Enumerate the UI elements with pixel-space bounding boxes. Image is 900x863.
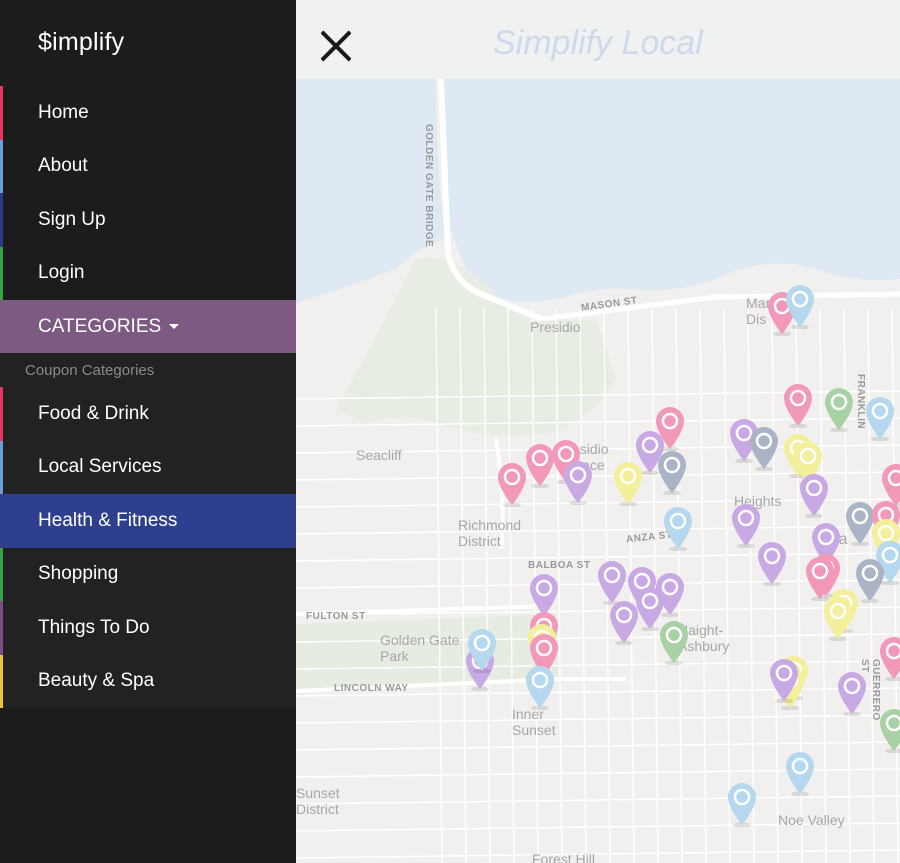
- map-water-bay: [296, 79, 900, 304]
- categories-dropdown-menu: Coupon Categories Food & Drink Local Ser…: [0, 353, 296, 708]
- nav-item-sign-up-accent: [0, 193, 3, 247]
- category-local-services-label: Local Services: [38, 456, 162, 478]
- category-health-fitness[interactable]: Health & Fitness: [0, 494, 296, 548]
- map-label-seacliff: Seacliff: [356, 447, 402, 463]
- categories-label: CATEGORIES: [38, 315, 162, 337]
- street-label-balboa-st: BALBOA ST: [528, 560, 591, 571]
- street-label-golden-gate-bridge: GOLDEN GATE BRIDGE: [423, 124, 434, 248]
- category-shopping-accent: [0, 547, 3, 601]
- category-food-drink[interactable]: Food & Drink: [0, 387, 296, 441]
- nav-item-about-accent: [0, 139, 3, 193]
- street-label-lincoln-way: LINCOLN WAY: [334, 683, 409, 694]
- map-label-richmond: Richmond District: [458, 517, 522, 549]
- category-food-drink-label: Food & Drink: [38, 402, 149, 424]
- map-label-golden-gate-park: Golden Gate Park: [380, 632, 460, 664]
- nav-item-about-label: About: [38, 155, 88, 177]
- category-health-fitness-accent: [0, 494, 3, 548]
- nav-item-home-label: Home: [38, 101, 89, 123]
- category-health-fitness-label: Health & Fitness: [38, 509, 178, 531]
- nav-item-home[interactable]: Home: [0, 86, 296, 140]
- category-shopping[interactable]: Shopping: [0, 547, 296, 601]
- category-shopping-label: Shopping: [38, 563, 119, 585]
- category-local-services[interactable]: Local Services: [0, 440, 296, 494]
- brand-logo[interactable]: $implify: [38, 28, 124, 57]
- nav-item-about[interactable]: About: [0, 139, 296, 193]
- category-things-to-do[interactable]: Things To Do: [0, 601, 296, 655]
- dropdown-header: Coupon Categories: [25, 361, 155, 379]
- top-bar: Simplify Local: [296, 0, 900, 79]
- nav-item-login-accent: [0, 246, 3, 300]
- category-things-to-do-accent: [0, 601, 3, 655]
- street-label-fulton-st: FULTON ST: [306, 611, 366, 622]
- nav-item-login-label: Login: [38, 262, 85, 284]
- category-beauty-spa-label: Beauty & Spa: [38, 670, 155, 692]
- sidebar-nav: Home About Sign Up Login CATEGORIES Coup…: [0, 86, 296, 708]
- category-beauty-spa[interactable]: Beauty & Spa: [0, 654, 296, 708]
- map-label-inner-sunset: Inner Sunset: [512, 706, 556, 738]
- categories-dropdown-toggle[interactable]: CATEGORIES: [0, 300, 296, 353]
- map-label-sunset-district: Sunset District: [296, 785, 340, 817]
- map-label-presidio: Presidio: [530, 319, 581, 335]
- category-food-drink-accent: [0, 387, 3, 441]
- nav-item-login[interactable]: Login: [0, 246, 296, 300]
- sidebar: $implify Home About Sign Up Login CATEGO…: [0, 0, 296, 863]
- category-beauty-spa-accent: [0, 654, 3, 708]
- map-label-noe-valley: Noe Valley: [778, 812, 845, 828]
- main-panel: Simplify Local GOLDEN GATE BRIDGE MASON …: [296, 0, 900, 863]
- category-local-services-accent: [0, 440, 3, 494]
- nav-item-sign-up-label: Sign Up: [38, 208, 106, 230]
- app-window: $implify Home About Sign Up Login CATEGO…: [0, 0, 900, 863]
- close-icon[interactable]: [318, 28, 354, 64]
- page-title: Simplify Local: [493, 24, 703, 62]
- nav-item-sign-up[interactable]: Sign Up: [0, 193, 296, 247]
- nav-item-home-accent: [0, 86, 3, 140]
- caret-down-icon: [169, 324, 180, 329]
- category-things-to-do-label: Things To Do: [38, 616, 150, 638]
- map[interactable]: GOLDEN GATE BRIDGE MASON ST ANZA ST BALB…: [296, 79, 900, 863]
- map-label-forest-hill: Forest Hill: [532, 851, 596, 863]
